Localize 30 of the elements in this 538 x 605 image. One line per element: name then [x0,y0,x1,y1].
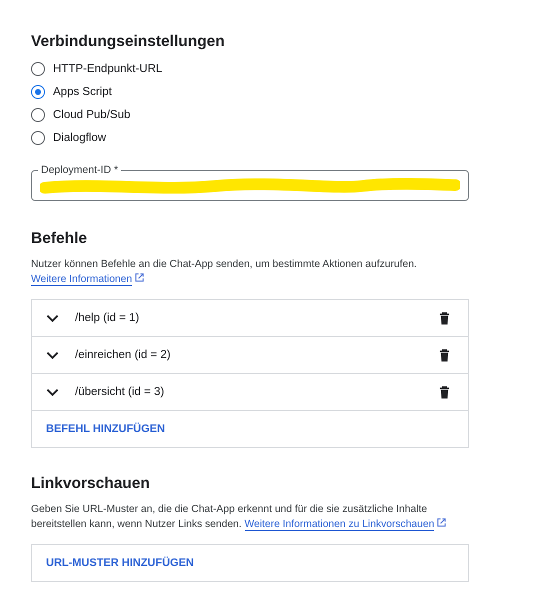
command-name: /übersicht (id = 3) [75,386,166,398]
external-link-icon [436,517,448,528]
radio-button[interactable] [31,85,45,99]
radio-button[interactable] [31,131,45,145]
radio-button[interactable] [31,108,45,122]
delete-icon[interactable] [439,348,450,362]
expand-chevron-icon[interactable] [46,314,59,322]
command-name: /help (id = 1) [75,312,140,324]
delete-icon[interactable] [439,312,450,324]
add-url-pattern-button[interactable]: URL-MUSTER HINZUFÜGEN [46,553,194,573]
section-description: Geben Sie URL-Muster an, die die Chat-App erkennt und für die sie zusätzliche Inhalte bereitstellen kann, wenn Nutzer Links senden. Weitere Informationen zu Linkvorschauen [31,502,469,532]
command-name: /einreichen (id = 2) [75,349,172,361]
section-title: Befehle [31,229,88,249]
radio-option[interactable]: HTTP-Endpunkt-URL [31,60,469,78]
radio-option[interactable]: Apps Script [31,83,469,101]
more-info-link[interactable]: Weitere Informationen [31,274,132,286]
more-info-link[interactable]: Weitere Informationen zu Linkvorschauen [244,519,434,531]
radio-option[interactable]: Cloud Pub/Sub [31,106,469,124]
field-label: Deployment-ID * [40,163,120,177]
radio-button[interactable] [31,62,45,76]
add-command-button[interactable]: BEFEHL HINZUFÜGEN [46,419,165,439]
section-title: Verbindungseinstellungen [31,32,226,52]
expand-chevron-icon[interactable] [46,388,59,396]
section-title: Linkvorschauen [31,474,151,494]
external-link-icon [134,272,146,283]
radio-option[interactable]: Dialogflow [31,129,469,147]
deployment-id-field[interactable]: Deployment-ID * [31,163,469,201]
section-description: Nutzer können Befehle an die Chat-App senden, um bestimmte Aktionen aufzurufen. Weitere Informationen [31,258,418,287]
expand-chevron-icon[interactable] [46,350,59,360]
delete-icon[interactable] [439,386,450,398]
